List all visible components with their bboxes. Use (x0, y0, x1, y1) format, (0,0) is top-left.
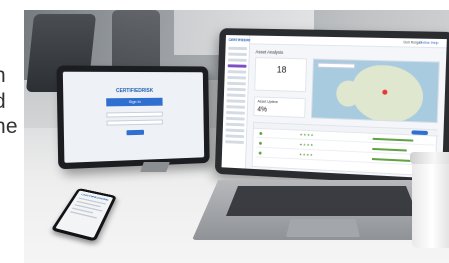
sidebar-item[interactable] (227, 99, 246, 103)
dashboard-sidebar: CERTIFIEDRISK (222, 35, 251, 169)
sidebar-item[interactable] (227, 82, 246, 86)
coffee-cup-lid (410, 152, 449, 164)
status-dot-icon (259, 152, 262, 155)
rating-stars-icon: ★★★★ (299, 153, 314, 158)
sidebar-item[interactable] (226, 129, 245, 133)
caption-line: d (0, 91, 6, 112)
sidebar-item[interactable] (227, 88, 246, 92)
sidebar-item[interactable] (227, 76, 246, 79)
progress-bar (372, 148, 407, 152)
table-header (254, 123, 439, 137)
map-view-tabs[interactable] (318, 63, 356, 69)
coffee-cup (412, 160, 449, 248)
tablet-username-field[interactable] (106, 112, 162, 118)
dashboard-topbar: Dell Rutger Online Help (250, 35, 447, 48)
sidebar-item[interactable] (227, 70, 246, 73)
laptop-keyboard (222, 186, 422, 216)
sidebar-item[interactable] (225, 134, 244, 138)
table-row (256, 147, 434, 156)
rating-stars-icon: ★★★★ (299, 143, 314, 148)
sidebar-item[interactable] (225, 140, 244, 144)
caption-line: ne (0, 116, 18, 137)
progress-bar (373, 138, 414, 142)
uptime-label: Asset Uptime (258, 99, 279, 104)
help-link[interactable]: Online Help (419, 41, 439, 45)
sidebar-item[interactable] (228, 47, 247, 50)
uptime-value: 4% (257, 106, 267, 113)
asset-count-card: 18 (254, 57, 307, 92)
status-dot-icon (259, 142, 262, 145)
sidebar-item[interactable] (228, 58, 247, 61)
tablet-signin-header: Sign In (106, 98, 162, 107)
status-dot-icon (259, 132, 262, 135)
office-photo: CERTIFIEDRISK Sign In CERTIFIEDRISK Dell… (24, 10, 449, 263)
tablet-login-button[interactable] (126, 130, 144, 135)
rating-stars-icon: ★★★★ (300, 133, 315, 138)
laptop-trackpad (286, 219, 360, 237)
sidebar-item[interactable] (226, 123, 245, 127)
sidebar-item[interactable] (228, 53, 247, 56)
uptime-card: Asset Uptime 4% (253, 96, 305, 118)
location-map[interactable] (311, 59, 440, 124)
tablet-screen: CERTIFIEDRISK Sign In (63, 72, 204, 163)
assets-table: ★★★★ ★★★★ ★★★★ (252, 122, 438, 177)
sidebar-item-active[interactable] (228, 64, 247, 67)
sidebar-item[interactable] (227, 94, 246, 98)
sidebar-item[interactable] (226, 105, 245, 109)
tablet-password-field[interactable] (107, 119, 163, 125)
map-landmass (351, 65, 424, 124)
page-title: Asset Analysis (255, 49, 283, 55)
sidebar-item[interactable] (226, 111, 245, 115)
asset-count-value: 18 (277, 65, 287, 75)
caption-line: n (0, 65, 6, 86)
tablet-stand (140, 162, 170, 172)
sidebar-item[interactable] (226, 117, 245, 121)
tablet-brand-logo: CERTIFIEDRISK (116, 88, 153, 94)
product-photo-scene: n d ne CERTIFIEDRISK Sign In CERTIFIEDRI… (0, 0, 449, 263)
view-toggle[interactable] (411, 130, 428, 135)
tablet-device: CERTIFIEDRISK Sign In (56, 65, 209, 169)
